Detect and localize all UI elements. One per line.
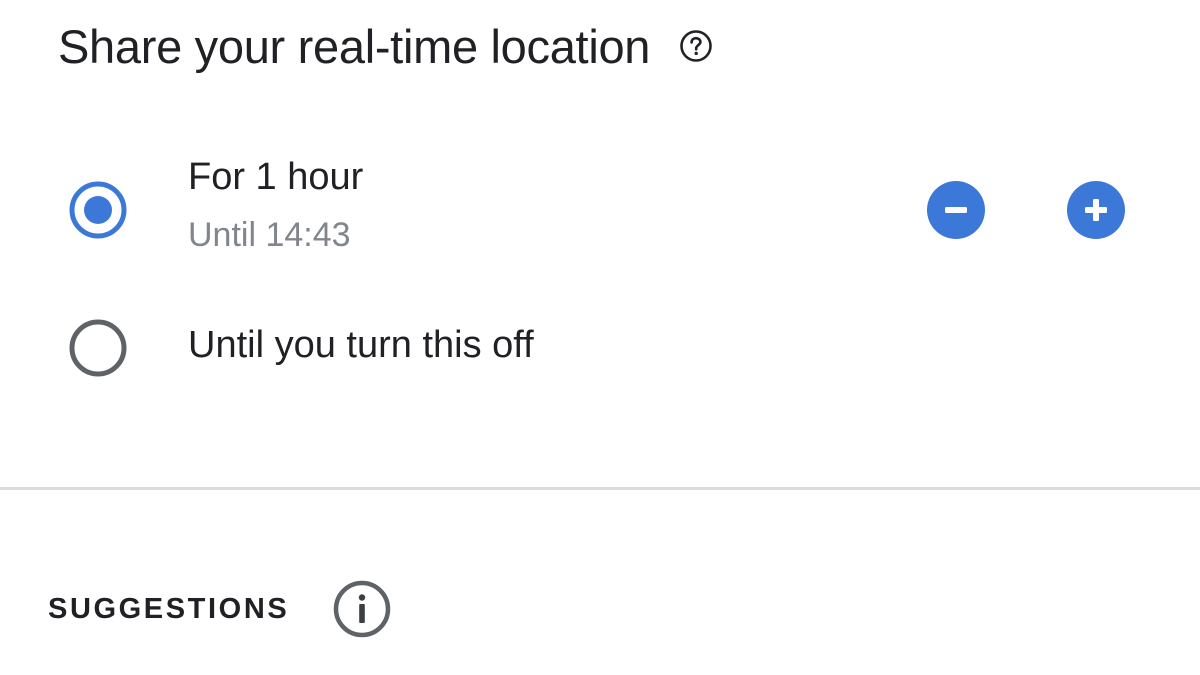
radio-button-selected[interactable] — [68, 180, 128, 240]
plus-circle-icon — [1067, 181, 1125, 239]
help-icon[interactable] — [678, 28, 714, 64]
minus-circle-icon — [927, 181, 985, 239]
section-divider — [0, 487, 1200, 490]
option-label: For 1 hour — [188, 156, 364, 198]
header: Share your real-time location — [58, 14, 714, 78]
suggestions-header: SUGGESTIONS — [48, 580, 391, 638]
increase-duration-button[interactable] — [1066, 180, 1126, 240]
radio-unchecked-icon — [69, 319, 127, 377]
decrease-duration-button[interactable] — [926, 180, 986, 240]
page-title: Share your real-time location — [58, 19, 651, 73]
info-button[interactable] — [333, 580, 391, 638]
duration-option-1-hour[interactable]: For 1 hour Until 14:43 — [0, 140, 1200, 280]
radio-button-unselected[interactable] — [68, 318, 128, 378]
info-icon — [334, 580, 391, 638]
suggestions-title: SUGGESTIONS — [48, 592, 290, 625]
help-circle-icon — [680, 30, 712, 62]
radio-checked-icon — [69, 181, 127, 239]
option-label: Until you turn this off — [188, 324, 534, 366]
location-sharing-page: Share your real-time location For 1 hour… — [0, 0, 1200, 675]
duration-option-until-off[interactable]: Until you turn this off — [0, 300, 1200, 396]
option-end-time: Until 14:43 — [188, 216, 351, 254]
